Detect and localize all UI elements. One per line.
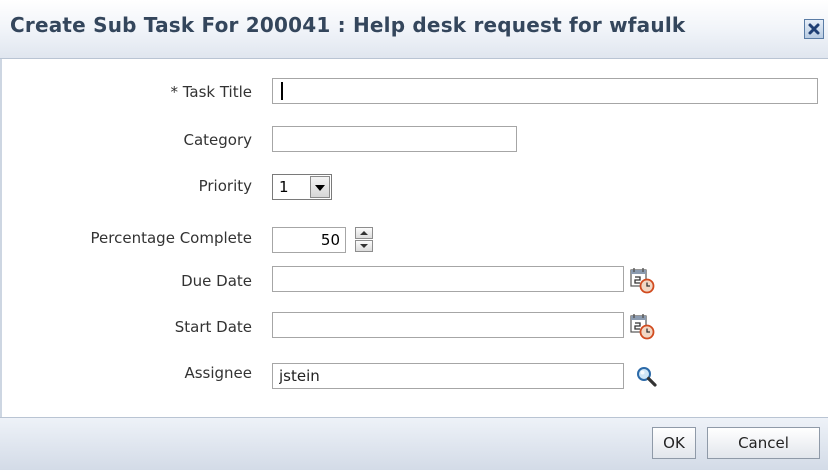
search-icon (637, 367, 657, 387)
dialog-titlebar[interactable]: Create Sub Task For 200041 : Help desk r… (0, 0, 828, 59)
ok-button[interactable]: OK (652, 427, 696, 459)
percentage-complete-label: Percentage Complete (90, 229, 252, 247)
task-title-input[interactable] (272, 78, 818, 104)
calendar-icon (630, 268, 655, 294)
create-subtask-dialog: Create Sub Task For 200041 : Help desk r… (0, 0, 828, 470)
category-label: Category (183, 131, 252, 149)
category-input[interactable] (272, 126, 517, 152)
priority-selected-value: 1 (279, 178, 289, 196)
due-date-calendar-button[interactable] (630, 266, 656, 298)
calendar-icon (630, 314, 655, 340)
start-date-input[interactable] (272, 312, 624, 338)
text-caret (281, 82, 283, 100)
start-date-label: Start Date (174, 318, 252, 336)
percentage-complete-input[interactable]: 50 (272, 227, 346, 253)
assignee-search-button[interactable] (636, 366, 658, 392)
task-title-label: * Task Title (170, 83, 252, 101)
cancel-button[interactable]: Cancel (707, 427, 820, 459)
close-icon (808, 23, 820, 35)
due-date-label: Due Date (181, 272, 252, 290)
dialog-border (0, 0, 2, 469)
start-date-calendar-button[interactable] (630, 312, 656, 344)
due-date-input[interactable] (272, 266, 624, 292)
dialog-footer (0, 417, 828, 470)
increment-button[interactable] (355, 227, 373, 239)
percentage-complete-value: 50 (320, 231, 340, 249)
chevron-down-icon[interactable] (310, 176, 330, 198)
priority-select[interactable]: 1 (272, 174, 332, 200)
priority-label: Priority (198, 177, 252, 195)
decrement-button[interactable] (355, 240, 373, 252)
assignee-label: Assignee (184, 364, 252, 382)
dialog-title: Create Sub Task For 200041 : Help desk r… (10, 13, 686, 37)
close-button[interactable] (804, 19, 824, 39)
assignee-input[interactable] (272, 363, 624, 389)
